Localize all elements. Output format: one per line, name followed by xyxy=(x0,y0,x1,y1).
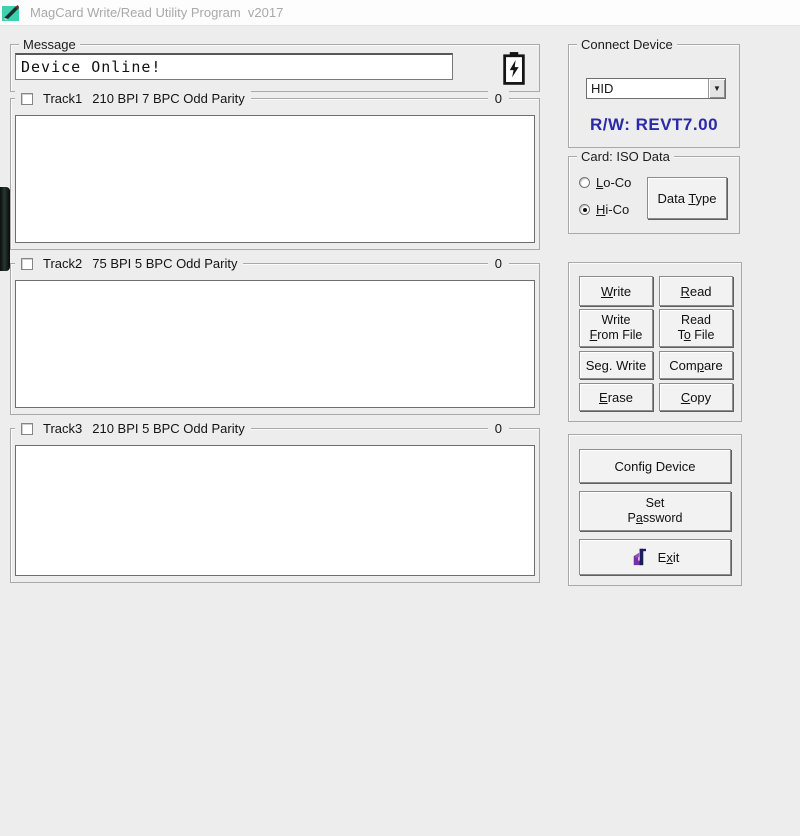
data-type-button[interactable]: Data Type xyxy=(647,177,727,219)
write-button[interactable]: Write xyxy=(579,276,653,306)
device-select-value: HID xyxy=(587,79,708,98)
read-button[interactable]: Read xyxy=(659,276,733,306)
track1-checkbox[interactable] xyxy=(21,93,33,105)
hi-co-radio[interactable] xyxy=(579,204,590,215)
track3-label: Track3 xyxy=(43,421,82,436)
device-select[interactable]: HID ▼ xyxy=(586,78,726,99)
config-device-button[interactable]: Config Device xyxy=(579,449,731,483)
set-password-button[interactable]: Set Password xyxy=(579,491,731,531)
write-from-file-button[interactable]: Write From File xyxy=(579,309,653,347)
read-to-file-button[interactable]: Read To File xyxy=(659,309,733,347)
chevron-down-icon[interactable]: ▼ xyxy=(708,79,725,98)
card-iso-label: Card: ISO Data xyxy=(577,149,674,164)
track2-count: 0 xyxy=(488,256,509,271)
magcard-utility-window: MagCard Write/Read Utility Program v2017… xyxy=(0,0,800,836)
track2-checkbox[interactable] xyxy=(21,258,33,270)
device-photo-edge xyxy=(0,187,10,271)
actions-group: Write Read Write From File Read To File … xyxy=(568,262,742,422)
track3-content[interactable] xyxy=(15,445,535,576)
track3-header: Track3 210 BPI 5 BPC Odd Parity 0 xyxy=(15,420,535,437)
hi-co-label: Hi-Co xyxy=(596,202,629,217)
track1-content[interactable] xyxy=(15,115,535,243)
hi-co-radio-row[interactable]: Hi-Co xyxy=(579,202,629,217)
lo-co-radio-row[interactable]: Lo-Co xyxy=(579,175,631,190)
exit-door-icon xyxy=(631,546,651,568)
message-group: Message Device Online! xyxy=(10,44,540,92)
lo-co-radio[interactable] xyxy=(579,177,590,188)
message-text: Device Online! xyxy=(21,58,161,76)
track3-count: 0 xyxy=(488,421,509,436)
track3-group: Track3 210 BPI 5 BPC Odd Parity 0 xyxy=(10,428,540,583)
title-bar: MagCard Write/Read Utility Program v2017 xyxy=(0,0,800,26)
track2-header: Track2 75 BPI 5 BPC Odd Parity 0 xyxy=(15,255,535,272)
lo-co-label: Lo-Co xyxy=(596,175,631,190)
window-title: MagCard Write/Read Utility Program v2017 xyxy=(30,5,283,20)
track1-spec: 210 BPI 7 BPC Odd Parity xyxy=(92,91,244,106)
track1-label: Track1 xyxy=(43,91,82,106)
track3-checkbox[interactable] xyxy=(21,423,33,435)
card-iso-group: Card: ISO Data Lo-Co Hi-Co Data Type xyxy=(568,156,740,234)
message-field[interactable]: Device Online! xyxy=(15,53,453,80)
battery-charging-icon xyxy=(498,48,530,88)
exit-button-label: Exit xyxy=(658,550,680,565)
track3-spec: 210 BPI 5 BPC Odd Parity xyxy=(92,421,244,436)
track2-content[interactable] xyxy=(15,280,535,408)
connect-device-label: Connect Device xyxy=(577,37,677,52)
track1-group: Track1 210 BPI 7 BPC Odd Parity 0 xyxy=(10,98,540,250)
message-group-label: Message xyxy=(19,37,80,52)
connect-device-group: Connect Device HID ▼ R/W: REVT7.00 xyxy=(568,44,740,148)
track1-header: Track1 210 BPI 7 BPC Odd Parity 0 xyxy=(15,90,535,107)
client-area: Message Device Online! Track1 210 BPI 7 … xyxy=(0,26,800,836)
magcard-app-icon xyxy=(2,3,22,23)
track1-count: 0 xyxy=(488,91,509,106)
track2-label: Track2 xyxy=(43,256,82,271)
track2-group: Track2 75 BPI 5 BPC Odd Parity 0 xyxy=(10,263,540,415)
compare-button[interactable]: Compare xyxy=(659,351,733,379)
firmware-version: R/W: REVT7.00 xyxy=(569,115,739,135)
seg-write-button[interactable]: Seg. Write xyxy=(579,351,653,379)
track2-spec: 75 BPI 5 BPC Odd Parity xyxy=(92,256,237,271)
exit-button[interactable]: Exit xyxy=(579,539,731,575)
copy-button[interactable]: Copy xyxy=(659,383,733,411)
erase-button[interactable]: Erase xyxy=(579,383,653,411)
system-group: Config Device Set Password Exit xyxy=(568,434,742,586)
